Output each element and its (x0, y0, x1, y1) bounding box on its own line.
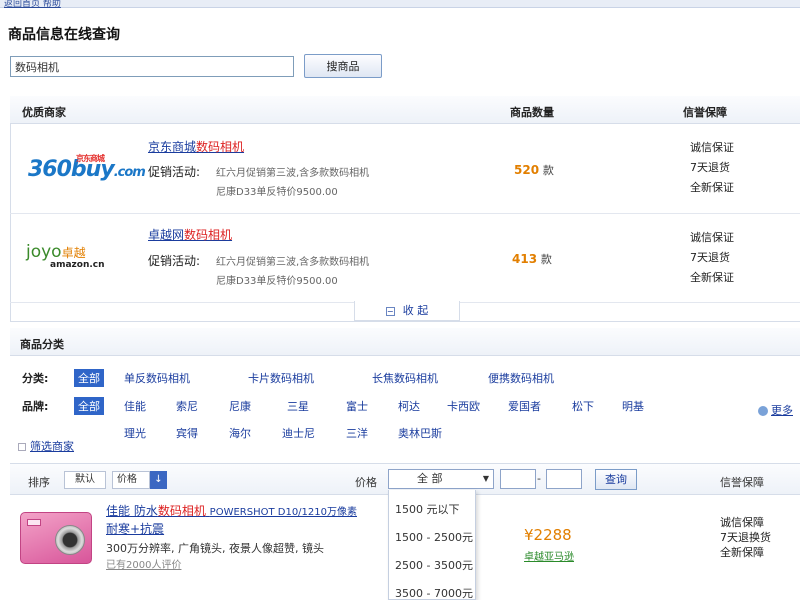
sort-price-button[interactable]: 价格 (112, 471, 150, 489)
category-header (10, 328, 800, 356)
price-option[interactable]: 2500 - 3500元 (395, 557, 473, 573)
type-item[interactable]: 卡片数码相机 (248, 370, 314, 386)
price-max-input[interactable] (546, 469, 582, 489)
merchant-name-link[interactable]: 卓越网数码相机 (148, 226, 232, 243)
seller-link[interactable]: 卓越亚马逊 (524, 548, 574, 563)
price-range-select[interactable]: 全 部 ▼ (388, 469, 494, 489)
price-option[interactable]: 3500 - 7000元 (395, 585, 473, 600)
type-item[interactable]: 便携数码相机 (488, 370, 554, 386)
brand-item[interactable]: 理光 (124, 425, 146, 441)
brand-item[interactable]: 三洋 (346, 425, 368, 441)
product-name-link[interactable]: 佳能 防水数码相机 POWERSHOT D10/1210万像素 耐寒+抗震 (106, 503, 396, 537)
expand-icon (758, 406, 768, 416)
type-all[interactable]: 全部 (74, 369, 104, 387)
search-button[interactable]: 搜商品 (304, 54, 382, 78)
promo-text: 红六月促销第三波,含多款数码相机 (216, 168, 370, 179)
brand-item[interactable]: 索尼 (176, 398, 198, 414)
brand-label: 品牌: (22, 400, 49, 413)
top-bar (0, 0, 800, 8)
price-option[interactable]: 1500 - 2500元 (395, 529, 473, 545)
price-min-input[interactable] (500, 469, 536, 489)
count-col-header: 商品数量 (510, 106, 554, 119)
brand-item[interactable]: 海尔 (229, 425, 251, 441)
guarantee-col-header: 信誉保障 (683, 106, 727, 119)
brand-item[interactable]: 松下 (572, 398, 594, 414)
promo-text: 尼康D33单反特价9500.00 (216, 276, 338, 287)
joyo-amazon-logo[interactable]: joyo卓越 amazon.cn (26, 242, 105, 270)
product-price: ¥2288 (524, 526, 572, 544)
collapse-button[interactable]: − 收 起 (354, 301, 460, 321)
minus-icon: − (385, 306, 395, 316)
price-dropdown-menu: 1500 元以下 1500 - 2500元 2500 - 3500元 3500 … (388, 490, 476, 600)
promo-label: 促销活动: (148, 254, 201, 268)
guarantee-header: 信誉保障 (720, 476, 764, 489)
search-input[interactable] (10, 56, 294, 77)
product-reviews-link[interactable]: 已有2000人评价 (106, 556, 181, 571)
dropdown-caret-icon: ▼ (482, 474, 489, 483)
brand-item[interactable]: 柯达 (398, 398, 420, 414)
brand-all[interactable]: 全部 (74, 397, 104, 415)
merchant-panel (10, 96, 800, 322)
brand-item[interactable]: 卡西欧 (447, 398, 480, 414)
query-button[interactable]: 查询 (595, 469, 637, 490)
brand-item[interactable]: 三星 (287, 398, 309, 414)
merchant-col-header: 优质商家 (22, 106, 66, 119)
product-camera-image[interactable] (20, 512, 92, 564)
brand-item[interactable]: 宾得 (176, 425, 198, 441)
brand-item[interactable]: 爱国者 (508, 398, 541, 414)
filter-merchants[interactable]: 筛选商家 (18, 438, 74, 454)
row-divider (10, 213, 800, 214)
promo-text: 尼康D33单反特价9500.00 (216, 187, 338, 198)
product-count: 413 款 (512, 252, 552, 266)
sort-default-button[interactable]: 默认 (64, 471, 106, 489)
type-item[interactable]: 单反数码相机 (124, 370, 190, 386)
brand-item[interactable]: 奥林巴斯 (398, 425, 442, 441)
more-brands-link[interactable]: 更多 (758, 402, 793, 418)
product-count: 520 款 (514, 163, 554, 177)
type-label: 分类: (22, 372, 49, 385)
price-label: 价格 (355, 476, 377, 489)
brand-item[interactable]: 迪士尼 (282, 425, 315, 441)
guarantee-list: 诚信保证 7天退货 全新保证 (690, 231, 734, 284)
price-option[interactable]: 1500 元以下 (395, 501, 460, 517)
promo-text: 红六月促销第三波,含多款数码相机 (216, 257, 370, 268)
brand-item[interactable]: 佳能 (124, 398, 146, 414)
product-guarantee-list: 诚信保障 7天退换货 全新保障 (720, 516, 771, 559)
360buy-logo[interactable]: 360buy.com 京东商城 (28, 154, 146, 182)
brand-item[interactable]: 富士 (346, 398, 368, 414)
category-title: 商品分类 (20, 338, 64, 351)
merchant-panel-header (10, 96, 800, 124)
range-dash: - (537, 472, 541, 485)
merchant-name-link[interactable]: 京东商城数码相机 (148, 138, 244, 155)
promo-label: 促销活动: (148, 165, 201, 179)
sort-label: 排序 (28, 476, 50, 489)
brand-item[interactable]: 尼康 (229, 398, 251, 414)
brand-item[interactable]: 明基 (622, 398, 644, 414)
product-description: 300万分辨率, 广角镜头, 夜景人像超赞, 镜头 (106, 542, 324, 555)
sort-arrow-icon[interactable]: ↓ (150, 471, 167, 489)
page-title: 商品信息在线查询 (8, 27, 120, 43)
top-link[interactable]: 返回首页 帮助 (4, 0, 61, 9)
checkbox-icon (18, 443, 26, 451)
guarantee-list: 诚信保证 7天退货 全新保证 (690, 141, 734, 194)
type-item[interactable]: 长焦数码相机 (372, 370, 438, 386)
